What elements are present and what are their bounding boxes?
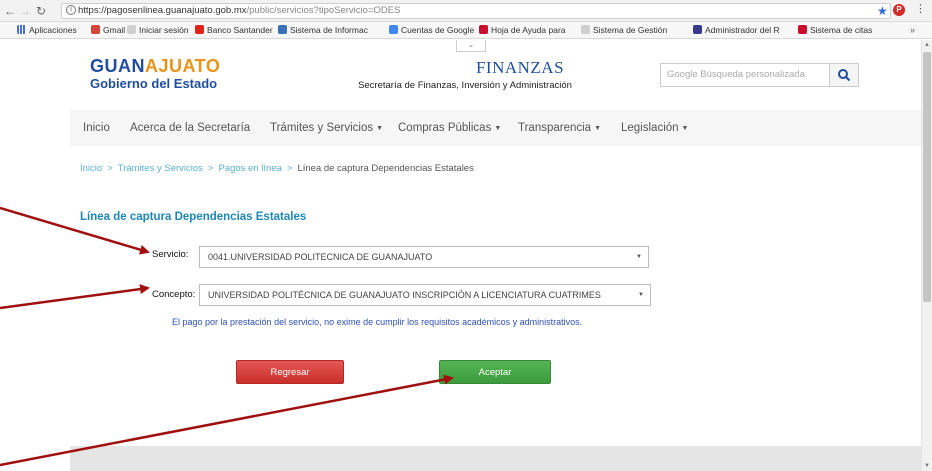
forward-arrow-icon[interactable]: → [18, 3, 32, 19]
bookmarks-bar: » Aplicaciones Gmail Iniciar sesión Banco S… [0, 22, 932, 39]
bookmark-label: Gmail [103, 25, 126, 35]
bookmark-item[interactable]: Administrador del R [693, 25, 780, 36]
nav-item[interactable]: Legislación ▼ [621, 121, 688, 136]
back-button[interactable]: Regresar [236, 360, 344, 384]
bookmark-label: Sistema de Gestión [593, 25, 668, 35]
address-bar[interactable]: i https://pagosenlinea.guanajuato.gob.mx… [61, 3, 891, 19]
caret-down-icon: ▼ [594, 125, 602, 132]
breadcrumb-link[interactable]: Pagos en línea [218, 163, 281, 174]
info-icon[interactable]: i [66, 5, 76, 15]
bookmark-label: Aplicaciones [29, 25, 77, 35]
bookmark-label: Sistema de Informac [290, 25, 368, 35]
caret-down-icon: ▼ [681, 125, 689, 132]
logo-subtitle: Gobierno del Estado [90, 76, 218, 91]
caret-down-icon: ▼ [494, 125, 502, 132]
bookmark-label: Hoja de Ayuda para [491, 25, 566, 35]
breadcrumb-link[interactable]: Trámites y Servicios [118, 163, 203, 174]
reload-icon[interactable]: ↻ [34, 3, 48, 19]
bookmark-favicon-icon [693, 25, 702, 34]
bookmark-favicon-icon [17, 25, 26, 34]
bookmark-favicon-icon [389, 25, 398, 34]
servicio-label: Servicio: [152, 249, 189, 260]
bookmark-favicon-icon [581, 25, 590, 34]
bookmark-item[interactable]: Sistema de Informac [278, 25, 368, 36]
nav-item-label: Legislación [621, 122, 679, 134]
nav-item[interactable]: Transparencia ▼ [518, 121, 601, 136]
accept-button[interactable]: Aceptar [439, 360, 551, 384]
site-search-input[interactable]: Google Búsqueda personalizada [660, 63, 830, 87]
bookmark-label: Cuentas de Google [401, 25, 475, 35]
concepto-select[interactable]: UNIVERSIDAD POLITÉCNICA DE GUANAJUATO IN… [199, 284, 651, 306]
caret-down-icon: ▼ [376, 125, 384, 132]
chevron-down-icon[interactable]: ⌄ [456, 40, 486, 52]
concepto-label: Concepto: [152, 289, 196, 300]
bookmark-favicon-icon [479, 25, 488, 34]
bookmark-label: Administrador del R [705, 25, 780, 35]
logo-part1: GUAN [90, 56, 145, 76]
url-host: https://pagosenlinea.guanajuato.gob.mx [78, 5, 247, 16]
bookmark-favicon-icon [278, 25, 287, 34]
logo-part2: AJUATO [145, 56, 221, 76]
guanajuato-logo[interactable]: GUANAJUATO [90, 56, 220, 76]
bookmark-item[interactable]: Gmail [91, 25, 125, 36]
nav-item-label: Acerca de la Secretaría [130, 122, 251, 134]
scrollbar-thumb[interactable] [923, 52, 931, 302]
bookmark-star-icon[interactable]: ★ [877, 4, 888, 18]
nav-item-label: Compras Públicas [398, 122, 492, 134]
finanzas-title: FINANZAS [475, 58, 565, 77]
main-navbar: Inicio Acerca de la Secretaría Trámites y … [70, 110, 925, 146]
nav-item-label: Trámites y Servicios [270, 122, 374, 134]
breadcrumb-separator: > [107, 163, 113, 174]
bookmark-favicon-icon [195, 25, 204, 34]
bookmark-item[interactable]: Sistema de Gestión [581, 25, 667, 36]
browser-menu-icon[interactable]: ⋮ [915, 2, 926, 16]
breadcrumb-link[interactable]: Inicio [80, 163, 102, 174]
pinterest-extension-icon[interactable]: P [893, 4, 905, 16]
page-title: Línea de captura Dependencias Estatales [80, 211, 307, 223]
bookmark-favicon-icon [91, 25, 100, 34]
notice-text: El pago por la prestación del servicio, … [172, 317, 583, 327]
bookmark-item[interactable]: Aplicaciones [17, 25, 77, 36]
nav-item-label: Inicio [83, 122, 110, 134]
bookmark-item[interactable]: Cuentas de Google [389, 25, 474, 36]
browser-toolbar: ← → ↻ i https://pagosenlinea.guanajuato.… [0, 0, 932, 22]
bookmark-label: Sistema de citas [810, 25, 873, 35]
search-button[interactable] [830, 63, 859, 87]
servicio-value: 0041.UNIVERSIDAD POLITECNICA DE GUANAJUA… [208, 252, 433, 262]
search-icon [838, 69, 851, 82]
bookmark-label: Banco Santander [207, 25, 273, 35]
breadcrumb: Inicio > Trámites y Servicios > Pagos en lín… [80, 163, 474, 175]
bookmarks-overflow-icon[interactable]: » [910, 25, 915, 35]
breadcrumb-current: Línea de captura Dependencias Estatales [297, 163, 474, 174]
concepto-value: UNIVERSIDAD POLITÉCNICA DE GUANAJUATO IN… [208, 290, 601, 300]
bookmark-label: Iniciar sesión [139, 25, 189, 35]
scroll-down-icon[interactable]: ▼ [924, 463, 930, 469]
bookmark-item[interactable]: Hoja de Ayuda para [479, 25, 566, 36]
servicio-select[interactable]: 0041.UNIVERSIDAD POLITECNICA DE GUANAJUA… [199, 246, 649, 268]
url-path: /public/servicios?tipoServicio=ODES [246, 5, 401, 16]
bookmark-favicon-icon [798, 25, 807, 34]
bookmark-item[interactable]: Iniciar sesión [127, 25, 189, 36]
back-arrow-icon[interactable]: ← [3, 3, 17, 19]
bookmark-favicon-icon [127, 25, 136, 34]
bookmark-item[interactable]: Banco Santander [195, 25, 273, 36]
nav-item-label: Transparencia [518, 122, 592, 134]
dropdown-arrow-icon: ▼ [638, 292, 644, 298]
site-header: ⌄ GUANAJUATO Gobierno del Estado FINANZA… [70, 40, 920, 102]
page-footer [70, 446, 925, 471]
finanzas-subtitle: Secretaría de Finanzas, Inversión y Admi… [358, 80, 572, 91]
breadcrumb-separator: > [286, 163, 293, 174]
nav-item[interactable]: Trámites y Servicios ▼ [270, 121, 383, 136]
nav-item[interactable]: Inicio [83, 121, 110, 135]
nav-item[interactable]: Compras Públicas ▼ [398, 121, 501, 136]
bookmark-item[interactable]: Sistema de citas [798, 25, 872, 36]
nav-item[interactable]: Acerca de la Secretaría [130, 121, 250, 135]
dropdown-arrow-icon: ▼ [636, 254, 642, 260]
breadcrumb-separator: > [207, 163, 214, 174]
scroll-up-icon[interactable]: ▲ [924, 42, 930, 48]
